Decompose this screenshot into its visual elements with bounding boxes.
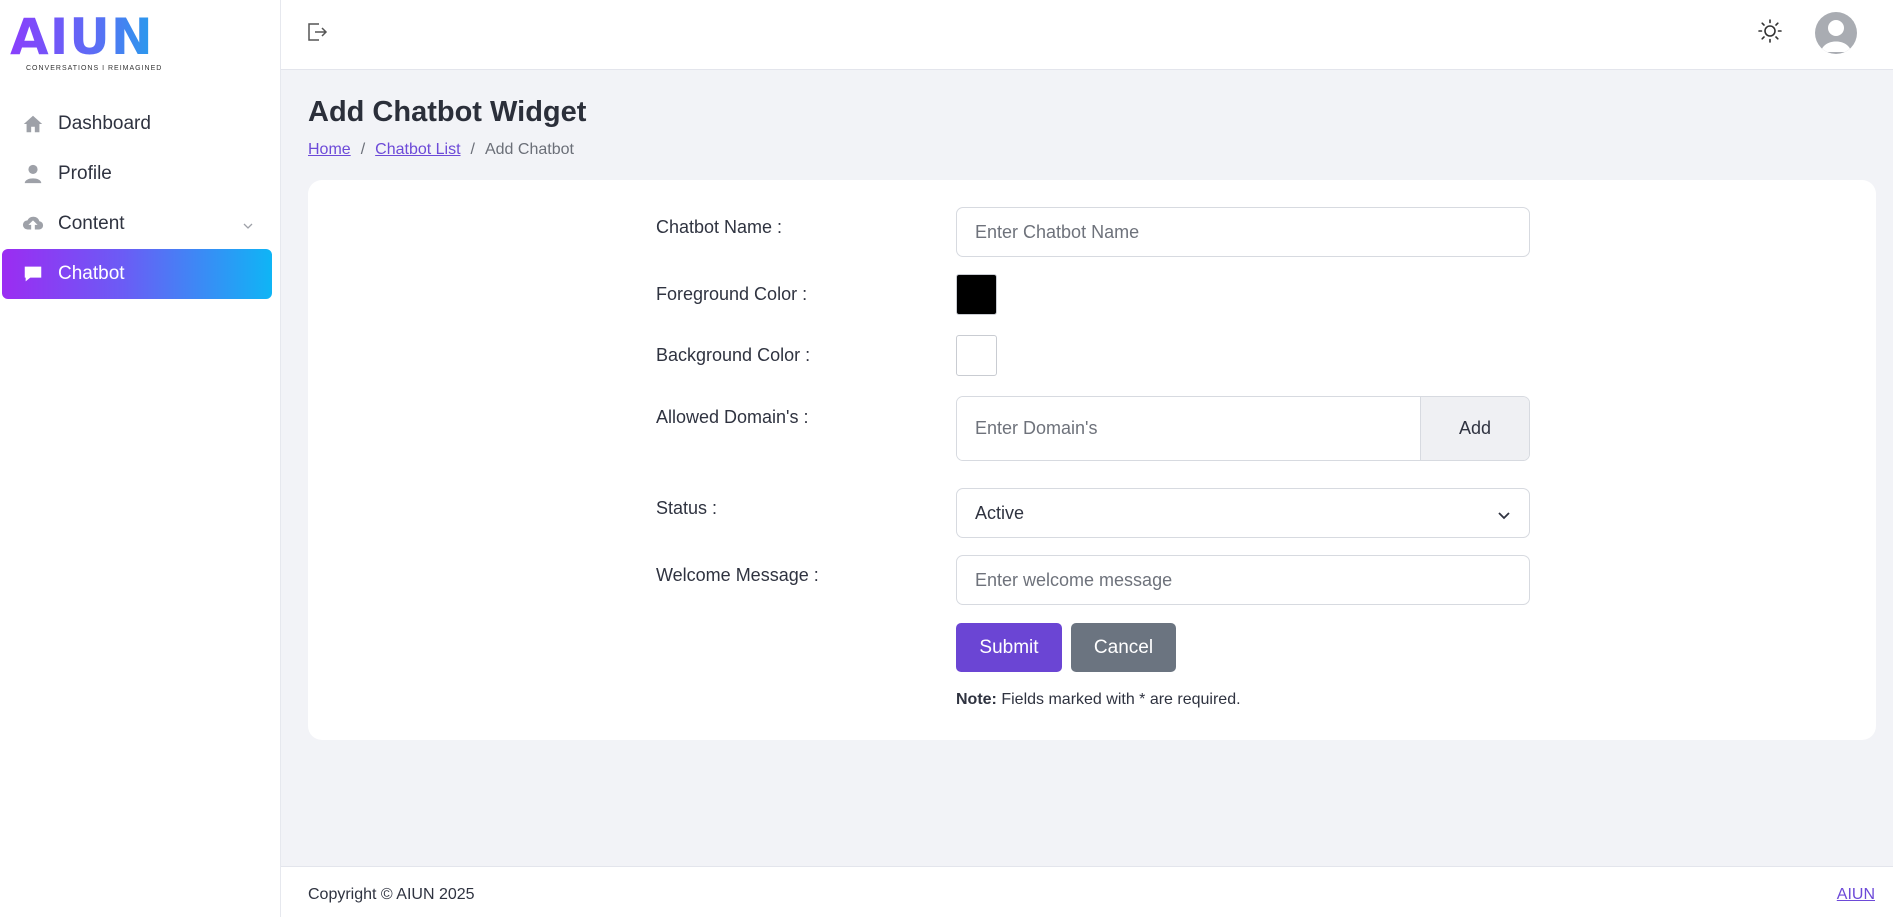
breadcrumb-separator: /	[470, 141, 475, 158]
add-domain-button[interactable]: Add	[1420, 397, 1529, 460]
foreground-color-label: Foreground Color :	[656, 284, 808, 304]
sidebar: AIUN CONVERSATIONS I REIMAGINED Dashboar…	[0, 0, 281, 917]
domain-input[interactable]	[957, 397, 1420, 460]
sidebar-item-label: Content	[58, 213, 125, 234]
foreground-color-picker[interactable]	[956, 274, 997, 315]
top-header	[281, 0, 1893, 70]
chat-icon	[22, 263, 44, 285]
note-text: Fields marked with * are required.	[996, 691, 1241, 708]
chatbot-form-card: Chatbot Name : Foreground Color : Backgr…	[308, 180, 1876, 740]
sidebar-item-label: Chatbot	[58, 263, 125, 284]
breadcrumb-current: Add Chatbot	[484, 141, 574, 158]
required-note: Note: Fields marked with * are required.	[956, 691, 1241, 709]
background-color-picker[interactable]	[956, 335, 997, 376]
logo-wordmark: AIUN	[10, 12, 182, 62]
logo-tagline: CONVERSATIONS I REIMAGINED	[26, 65, 163, 72]
sidebar-item-dashboard[interactable]: Dashboard	[2, 99, 272, 149]
chatbot-name-label: Chatbot Name :	[656, 217, 783, 237]
page-title: Add Chatbot Widget	[308, 96, 587, 128]
breadcrumb: Home / Chatbot List / Add Chatbot	[308, 141, 574, 159]
breadcrumb-separator: /	[360, 141, 366, 158]
status-label: Status :	[656, 498, 718, 518]
submit-button[interactable]: Submit	[956, 623, 1062, 672]
sidebar-item-label: Profile	[58, 163, 112, 184]
user-icon	[22, 163, 44, 185]
sidebar-item-profile[interactable]: Profile	[2, 149, 272, 199]
note-label: Note:	[956, 691, 997, 708]
sidebar-item-label: Dashboard	[58, 113, 151, 134]
page-footer: Copyright © AIUN 2025 AIUN	[281, 866, 1893, 917]
cancel-button[interactable]: Cancel	[1071, 623, 1176, 672]
breadcrumb-chatbot-list-link[interactable]: Chatbot List	[375, 141, 460, 159]
welcome-message-input[interactable]	[956, 555, 1530, 605]
home-icon	[22, 113, 44, 135]
domain-input-group: Add	[956, 396, 1530, 461]
welcome-message-label: Welcome Message :	[656, 565, 819, 585]
cloud-upload-icon	[22, 213, 44, 235]
sidebar-item-content[interactable]: Content	[2, 199, 272, 249]
sun-icon[interactable]	[1757, 18, 1783, 44]
breadcrumb-home-link[interactable]: Home	[308, 141, 351, 159]
aiun-logo[interactable]: AIUN CONVERSATIONS I REIMAGINED	[10, 12, 182, 74]
chevron-down-icon	[242, 216, 254, 238]
chevron-down-icon	[1497, 506, 1511, 527]
status-select[interactable]: Active	[956, 488, 1530, 538]
avatar[interactable]	[1815, 12, 1857, 54]
logout-icon[interactable]	[305, 20, 329, 44]
copyright-text: Copyright © AIUN 2025	[308, 886, 475, 903]
sidebar-nav: Dashboard Profile Content Chatbot	[2, 99, 272, 299]
chatbot-name-input[interactable]	[956, 207, 1530, 257]
allowed-domains-label: Allowed Domain's :	[656, 407, 809, 427]
sidebar-item-chatbot[interactable]: Chatbot	[2, 249, 272, 299]
background-color-label: Background Color :	[656, 345, 811, 365]
footer-aiun-link[interactable]: AIUN	[1837, 886, 1875, 904]
status-selected-value: Active	[975, 502, 1025, 523]
